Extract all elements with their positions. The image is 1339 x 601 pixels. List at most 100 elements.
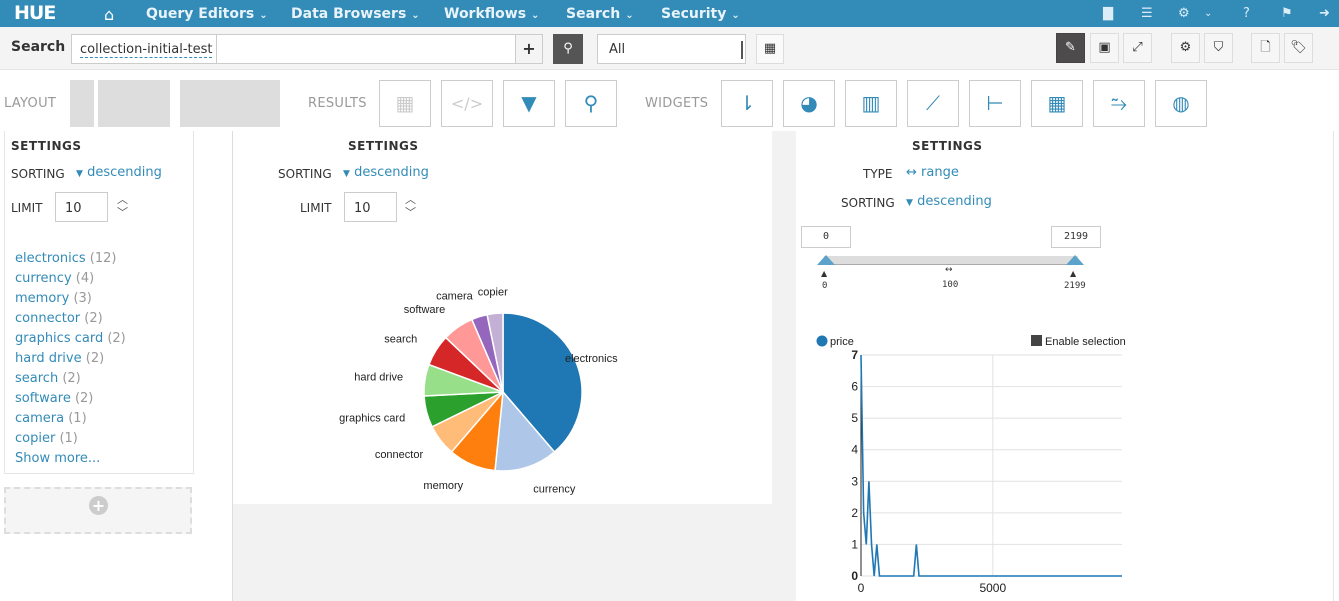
pie-chart-icon: ◕ <box>800 91 818 115</box>
settings-button[interactable]: ⚙ <box>1171 33 1200 63</box>
html-results-widget[interactable]: </> <box>441 80 493 127</box>
layout-label: LAYOUT <box>4 96 57 111</box>
new-document-button[interactable]: 🗋 <box>1251 33 1280 63</box>
range-facet-panel: SETTINGS TYPE ↔ range SORTING ▼ descendi… <box>796 131 1334 601</box>
facet-item[interactable]: connector (2) <box>15 309 103 329</box>
filter-widget[interactable]: ▼ <box>503 80 555 127</box>
range-slider-max-handle[interactable] <box>1066 255 1084 265</box>
edit-button[interactable]: ✎ <box>1056 33 1085 63</box>
layout-option-narrow[interactable] <box>70 80 94 127</box>
fullscreen-button[interactable]: ⤢ <box>1123 33 1152 63</box>
search-label: Search <box>11 39 66 55</box>
facet-item[interactable]: hard drive (2) <box>15 349 104 369</box>
legend-price-marker[interactable] <box>816 335 828 347</box>
show-more-link[interactable]: Show more... <box>15 449 100 469</box>
query-input[interactable] <box>216 34 516 64</box>
globe-icon: ◍ <box>1172 91 1190 115</box>
pie-label: hard drive <box>354 372 403 384</box>
sorting-dropdown[interactable]: ▼ descending <box>343 165 429 180</box>
range-slider-track[interactable] <box>824 256 1078 265</box>
facet-item[interactable]: graphics card (2) <box>15 329 126 349</box>
facet-item[interactable]: software (2) <box>15 389 93 409</box>
enable-selection-checkbox[interactable] <box>1031 335 1042 346</box>
limit-input[interactable]: 10 <box>55 192 108 222</box>
menu-workflows[interactable]: Workflows ⌄ <box>444 6 539 22</box>
pie-chart[interactable]: electronics currency memory connector graphi… <box>233 246 772 506</box>
calendar-button[interactable]: ▦ <box>756 34 784 64</box>
range-slider-min-handle[interactable] <box>817 255 835 265</box>
facet-item[interactable]: memory (3) <box>15 289 92 309</box>
home-icon[interactable]: ⌂ <box>104 5 114 24</box>
line-chart-widget[interactable]: ⟋ <box>907 80 959 127</box>
text-facet-widget[interactable]: ⇂ <box>721 80 773 127</box>
collection-name[interactable]: collection-initial-test <box>80 42 213 58</box>
gradient-map-widget[interactable]: ◍ <box>1155 80 1207 127</box>
layout-option-wide[interactable] <box>180 80 280 127</box>
range-min-input[interactable]: 0 <box>801 226 851 248</box>
help-icon[interactable]: ? <box>1243 6 1250 21</box>
line-chart[interactable]: price Enable selection012345670 5000 <box>796 331 1334 601</box>
collection-selector[interactable]: collection-initial-test <box>71 34 217 64</box>
grid-results-widget[interactable]: ▦ <box>379 80 431 127</box>
y-tick-label: 1 <box>851 537 858 551</box>
file-icon[interactable]: ▇ <box>1103 6 1113 21</box>
chevron-down-icon[interactable]: ⌄ <box>1204 8 1212 19</box>
pie-label: memory <box>423 480 463 492</box>
sorting-dropdown[interactable]: ▼ descending <box>76 165 162 180</box>
menu-search[interactable]: Search ⌄ <box>566 6 634 22</box>
facet-item[interactable]: electronics (12) <box>15 249 116 269</box>
time-range-select[interactable]: All <box>597 34 746 64</box>
facet-item[interactable]: camera (1) <box>15 409 87 429</box>
flag-icon[interactable]: ⚑ <box>1281 6 1293 21</box>
facet-item-label: copier <box>15 431 56 446</box>
sort-amount-icon: ⇂ <box>738 91 756 115</box>
facet-item-label: memory <box>15 291 70 306</box>
logout-icon[interactable]: ➜ <box>1319 6 1330 21</box>
jobs-icon[interactable]: ☰ <box>1141 6 1153 21</box>
facet-item[interactable]: currency (4) <box>15 269 94 289</box>
add-widget-dropzone[interactable]: + <box>4 487 192 534</box>
search-button[interactable]: ⚲ <box>553 34 583 64</box>
widgets-label: WIDGETS <box>645 96 709 111</box>
type-dropdown[interactable]: ↔ range <box>906 165 959 180</box>
bar-chart-widget[interactable]: ▥ <box>845 80 897 127</box>
bookmark-button[interactable]: ⛉ <box>1204 33 1233 63</box>
builder-bar: LAYOUT RESULTS ▦ </> ▼ ⚲ WIDGETS ⇂ ◕ ▥ ⟋… <box>0 71 1339 131</box>
add-icon: + <box>89 496 108 515</box>
chevron-down-icon: ⌄ <box>625 10 634 21</box>
hue-logo[interactable]: HUE <box>14 4 56 23</box>
sorting-dropdown[interactable]: ▼ descending <box>906 194 992 209</box>
limit-input[interactable]: 10 <box>344 192 397 222</box>
price-series-line[interactable] <box>860 354 1122 577</box>
settings-title: SETTINGS <box>11 139 82 153</box>
slider-step-label: 100 <box>942 280 959 290</box>
range-max-input[interactable]: 2199 <box>1051 226 1101 248</box>
sitemap-icon: ⊢ <box>986 91 1004 115</box>
limit-increase-icon[interactable]: ︿ <box>405 194 416 205</box>
pie-chart-widget[interactable]: ◕ <box>783 80 835 127</box>
tags-button[interactable]: 🏷 <box>1284 33 1313 63</box>
limit-decrease-icon[interactable]: ﹀ <box>117 207 128 218</box>
sorting-label: SORTING <box>11 167 65 181</box>
save-button[interactable]: ▣ <box>1090 33 1119 63</box>
pie-label: electronics <box>565 353 618 365</box>
facet-item-count: (4) <box>71 271 95 286</box>
tree-widget[interactable]: ⊢ <box>969 80 1021 127</box>
menu-query-editors[interactable]: Query Editors ⌄ <box>146 6 268 22</box>
menu-data-browsers[interactable]: Data Browsers ⌄ <box>291 6 420 22</box>
layout-option-medium[interactable] <box>98 80 170 127</box>
marker-map-widget[interactable]: ⚲ <box>565 80 617 127</box>
facet-item[interactable]: copier (1) <box>15 429 78 449</box>
facet-item[interactable]: search (2) <box>15 369 81 389</box>
timeline-widget[interactable]: ⥲ <box>1093 80 1145 127</box>
facet-item-label: software <box>15 391 71 406</box>
limit-increase-icon[interactable]: ︿ <box>117 194 128 205</box>
cogs-icon[interactable]: ⚙ <box>1178 6 1190 21</box>
caret-down-icon: ▼ <box>906 198 913 208</box>
limit-decrease-icon[interactable]: ﹀ <box>405 207 416 218</box>
sorting-label: SORTING <box>841 196 895 210</box>
heatmap-widget[interactable]: ▦ <box>1031 80 1083 127</box>
add-query-button[interactable]: + <box>515 34 543 64</box>
pie-label: connector <box>375 449 424 461</box>
menu-security[interactable]: Security ⌄ <box>661 6 740 22</box>
